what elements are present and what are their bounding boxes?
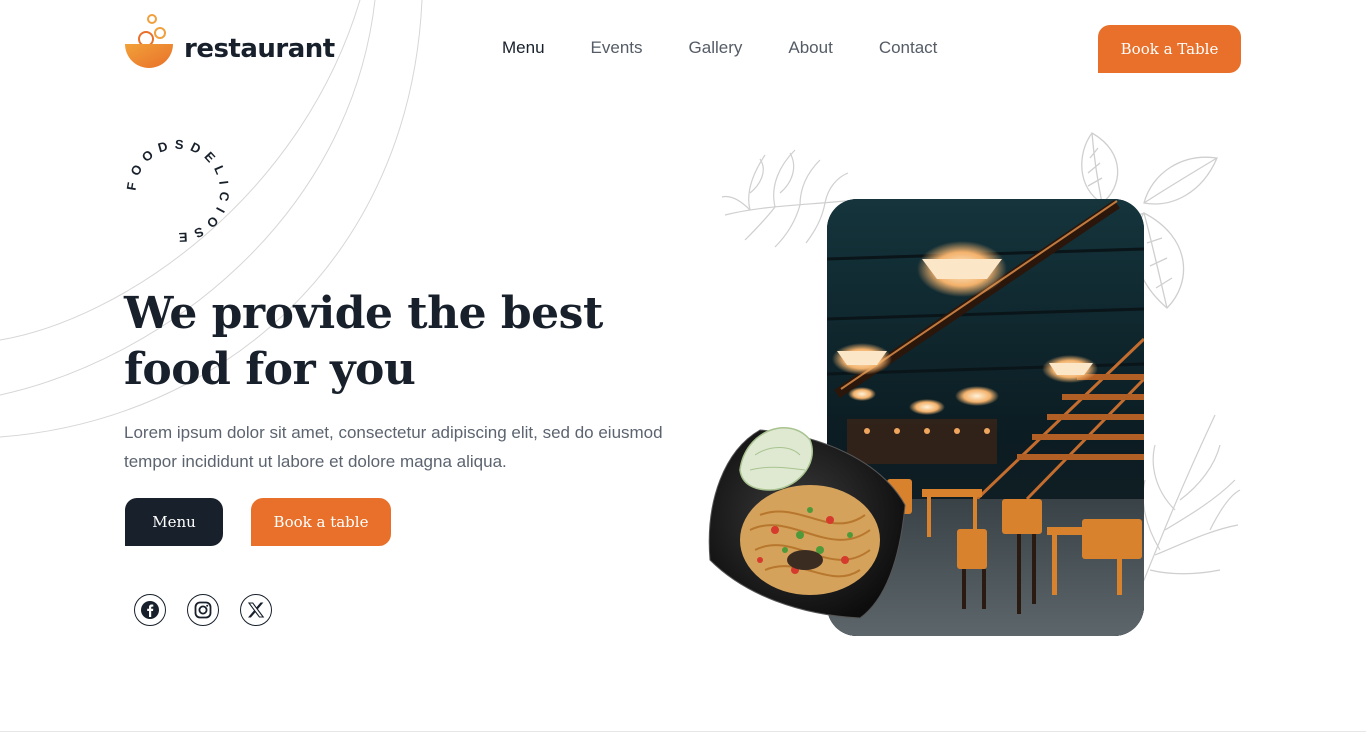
hero-title: We provide the best food for you <box>124 286 644 398</box>
landing-page: restaurant Menu Events Gallery About Con… <box>0 0 1366 733</box>
nav-item-about[interactable]: About <box>788 38 832 58</box>
nav-item-events[interactable]: Events <box>591 38 643 58</box>
book-table-button[interactable]: Book a Table <box>1098 25 1241 73</box>
facebook-icon[interactable] <box>134 594 166 626</box>
section-divider <box>0 731 1366 732</box>
menu-button[interactable]: Menu <box>125 498 223 546</box>
instagram-icon[interactable] <box>187 594 219 626</box>
main-nav: Menu Events Gallery About Contact <box>502 38 983 58</box>
hero-title-line1: We provide the best <box>124 288 603 339</box>
nav-item-menu[interactable]: Menu <box>502 38 545 58</box>
hero-title-line2: food for you <box>124 344 416 395</box>
x-twitter-icon[interactable] <box>240 594 272 626</box>
badge-text: FOODSDELICIOSE <box>124 137 227 246</box>
foods-delicious-badge: FOODSDELICIOSE <box>124 137 233 246</box>
book-a-table-button[interactable]: Book a table <box>251 498 391 546</box>
hero-description: Lorem ipsum dolor sit amet, consectetur … <box>124 423 663 471</box>
social-links <box>134 594 272 626</box>
brand-name: restaurant <box>184 34 335 64</box>
nav-item-gallery[interactable]: Gallery <box>689 38 743 58</box>
logo-bowl-icon <box>124 12 174 72</box>
nav-item-contact[interactable]: Contact <box>879 38 938 58</box>
dish-plate-image <box>708 427 906 619</box>
brand-logo[interactable]: restaurant <box>124 12 335 72</box>
svg-text:FOODSDELICIOSE: FOODSDELICIOSE <box>124 137 233 246</box>
